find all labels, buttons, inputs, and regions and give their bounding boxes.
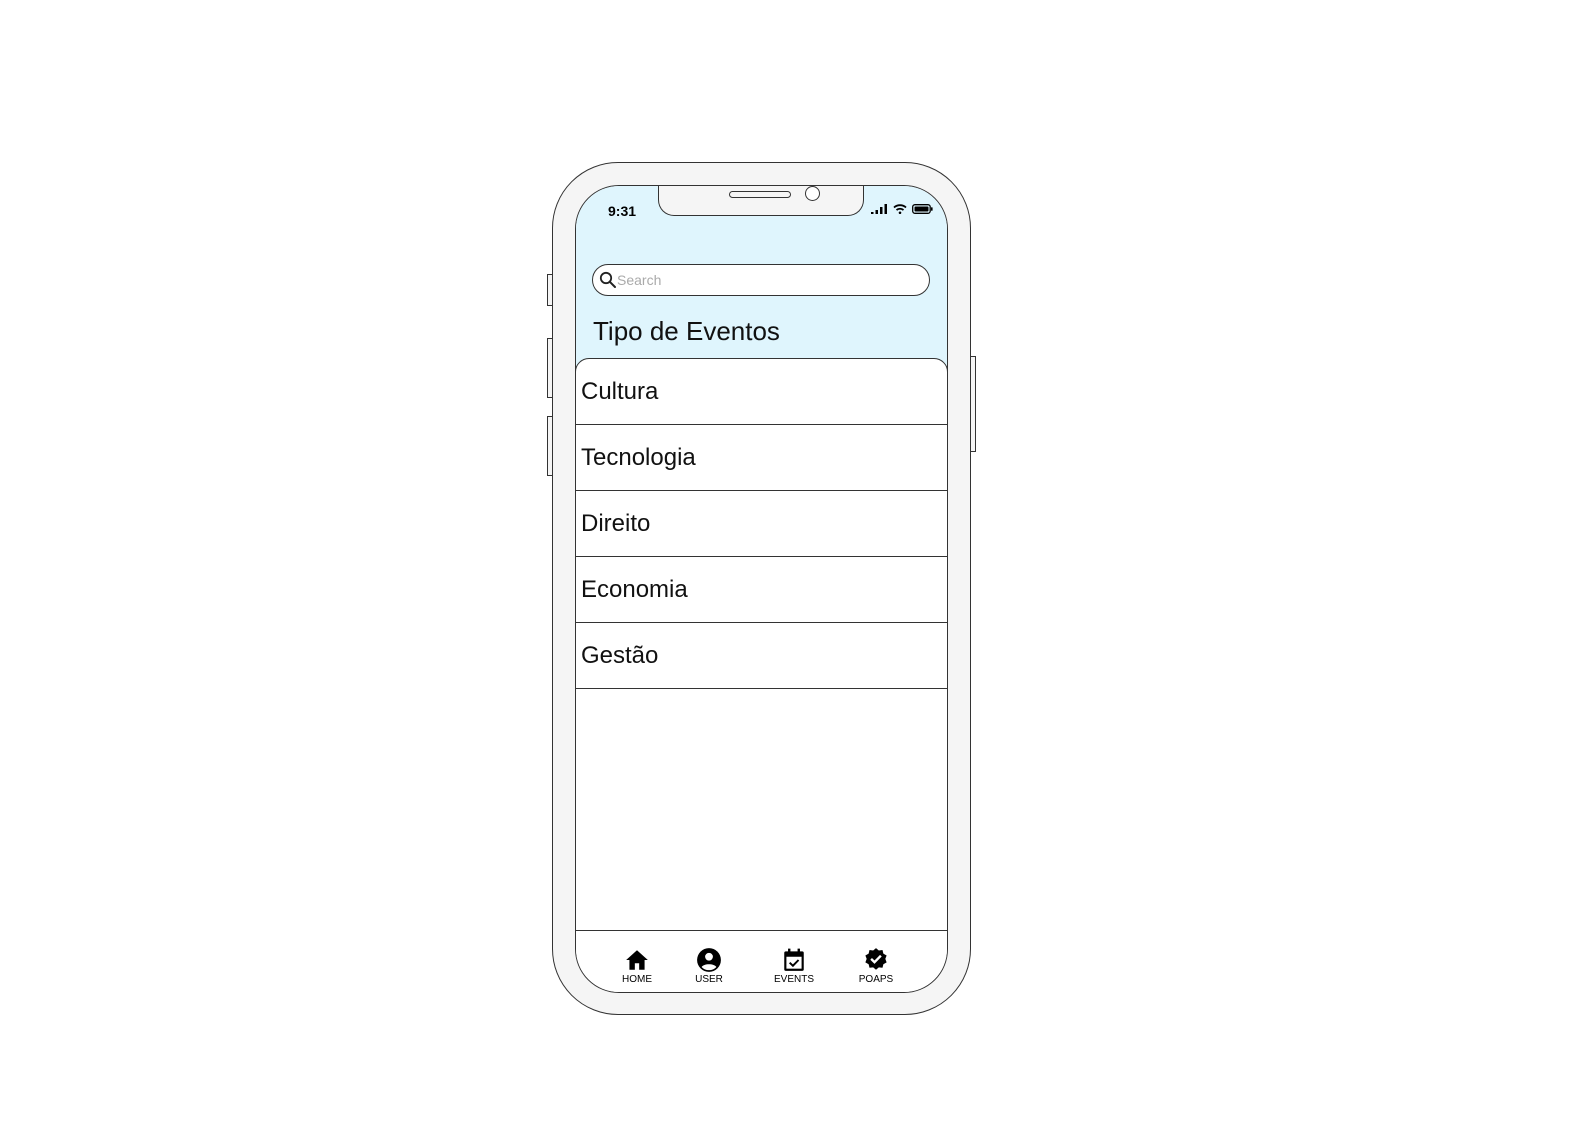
tab-events[interactable]: EVENTS (764, 947, 824, 985)
list-item-label: Cultura (581, 377, 659, 405)
tab-label: POAPS (858, 974, 894, 985)
list-item-label: Tecnologia (581, 443, 696, 471)
tab-label: HOME (622, 974, 652, 985)
battery-icon (912, 204, 933, 214)
signal-icon (871, 204, 887, 214)
list-item-cultura[interactable]: Cultura (576, 359, 947, 425)
list-item-label: Gestão (581, 641, 659, 669)
phone-screen: 9:31 Tipo de Eventos Cultura (575, 185, 948, 993)
calendar-check-icon (784, 948, 804, 971)
status-icons (871, 204, 933, 214)
tab-label: USER (695, 974, 723, 985)
tab-home[interactable]: HOME (607, 947, 667, 985)
list-item-label: Economia (581, 575, 688, 603)
status-time: 9:31 (608, 203, 637, 219)
tab-label: EVENTS (773, 974, 814, 985)
list-item-label: Direito (581, 509, 651, 537)
list-item-direito[interactable]: Direito (576, 491, 947, 557)
search-icon (599, 271, 616, 288)
list-item-economia[interactable]: Economia (576, 557, 947, 623)
verified-badge-icon (865, 948, 887, 970)
event-type-list: Cultura Tecnologia Direito Economia Gest… (576, 358, 947, 932)
bottom-tab-bar: HOME USER EVENTS POAPS (576, 930, 947, 992)
front-camera (805, 186, 820, 201)
notch (658, 186, 864, 216)
home-icon (626, 950, 648, 970)
search-input[interactable] (617, 272, 917, 288)
speaker (729, 191, 791, 198)
list-item-tecnologia[interactable]: Tecnologia (576, 425, 947, 491)
list-item-gestao[interactable]: Gestão (576, 623, 947, 689)
tab-poaps[interactable]: POAPS (846, 947, 906, 985)
search-bar[interactable] (592, 264, 930, 296)
user-icon (697, 948, 721, 972)
page-title: Tipo de Eventos (593, 316, 780, 346)
wifi-icon (893, 204, 907, 214)
tab-user[interactable]: USER (679, 947, 739, 985)
